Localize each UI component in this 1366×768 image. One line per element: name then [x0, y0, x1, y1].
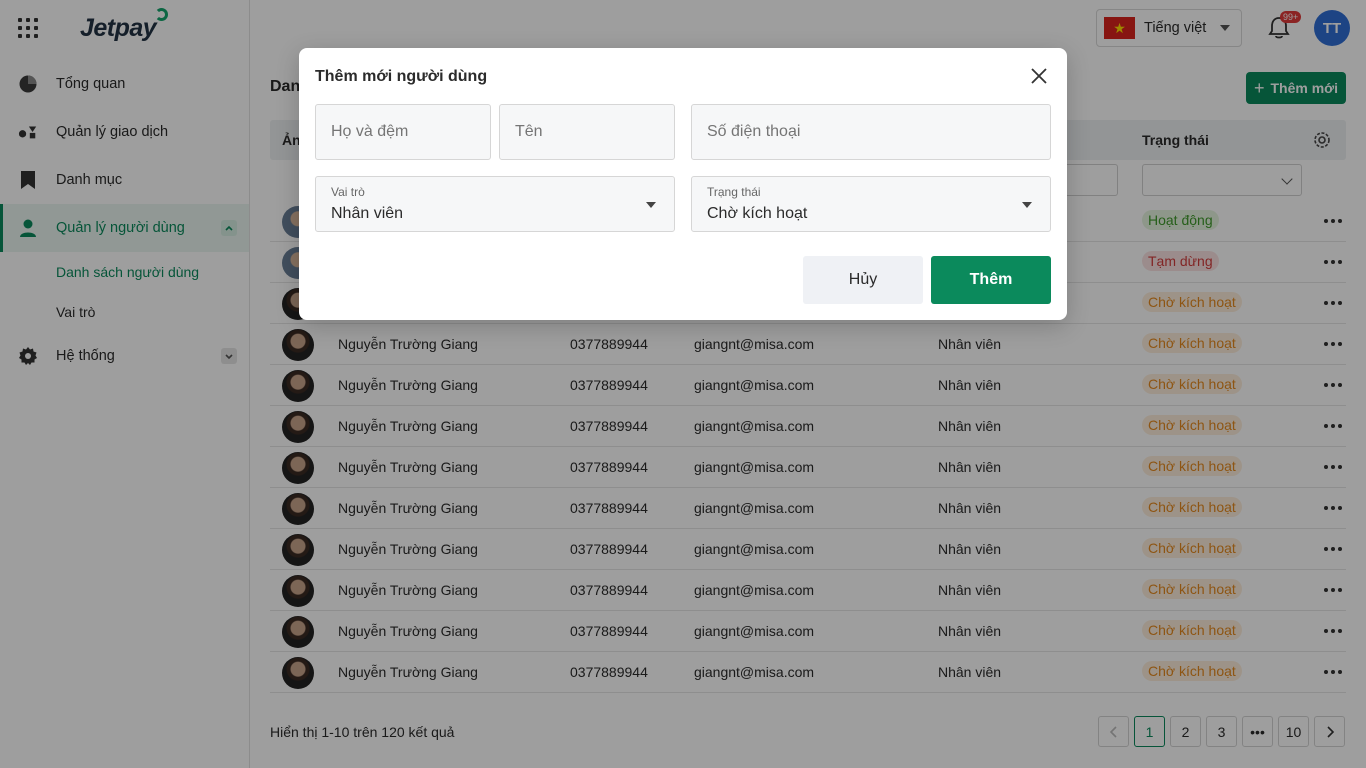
close-icon[interactable]: [1029, 66, 1049, 86]
cancel-button[interactable]: Hủy: [803, 256, 923, 304]
first-name-placeholder: Tên: [515, 123, 543, 140]
role-select[interactable]: Vai trò Nhân viên: [315, 176, 675, 232]
status-value: Chờ kích hoạt: [707, 205, 808, 222]
first-name-field[interactable]: Tên: [499, 104, 675, 160]
dialog-title: Thêm mới người dùng: [315, 68, 488, 85]
add-user-dialog: Thêm mới người dùng Họ và đệm Tên Số điệ…: [299, 48, 1067, 320]
submit-button[interactable]: Thêm: [931, 256, 1051, 304]
status-label: Trạng thái: [707, 185, 761, 199]
last-name-placeholder: Họ và đệm: [331, 123, 409, 140]
role-label: Vai trò: [331, 185, 365, 199]
phone-field[interactable]: Số điện thoại: [691, 104, 1051, 160]
status-select[interactable]: Trạng thái Chờ kích hoạt: [691, 176, 1051, 232]
role-value: Nhân viên: [331, 205, 404, 222]
caret-down-icon: [1022, 202, 1032, 208]
last-name-field[interactable]: Họ và đệm: [315, 104, 491, 160]
caret-down-icon: [646, 202, 656, 208]
phone-placeholder: Số điện thoại: [707, 123, 801, 140]
